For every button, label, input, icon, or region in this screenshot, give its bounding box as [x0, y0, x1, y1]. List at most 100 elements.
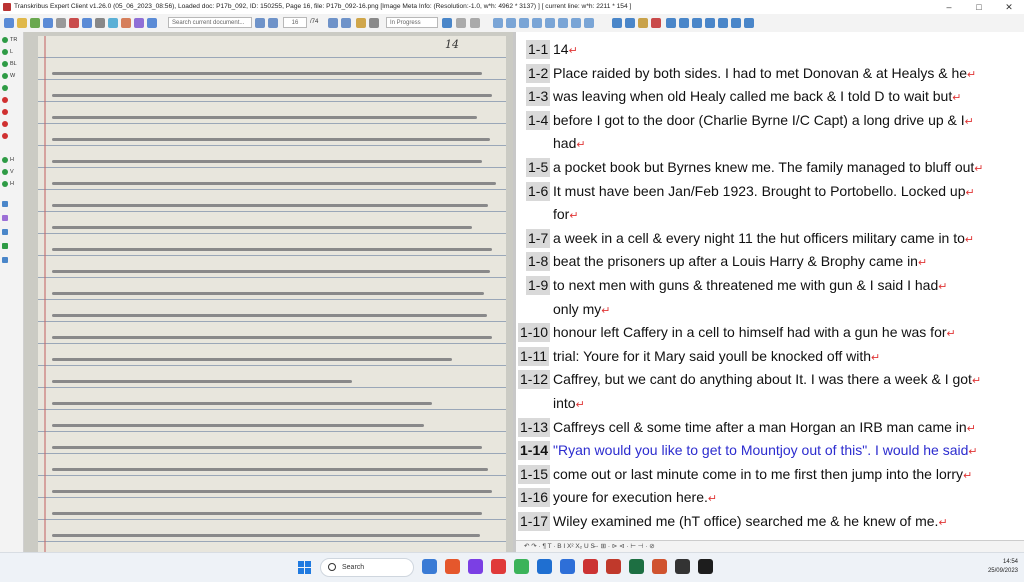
table-icon[interactable]: [692, 18, 702, 28]
layout-icon[interactable]: [612, 18, 622, 28]
taskbar-app-icon[interactable]: [468, 559, 483, 574]
fit-page-icon[interactable]: [545, 18, 555, 28]
transcript-line[interactable]: 1-5 a pocket book but Byrnes knew me. The…: [516, 156, 1024, 178]
line-text[interactable]: was leaving when old Healy called me bac…: [553, 87, 961, 106]
status-select[interactable]: In Progress: [386, 17, 438, 28]
minimize-button[interactable]: –: [934, 0, 964, 14]
line-text[interactable]: Place raided by both sides. I had to met…: [553, 64, 976, 83]
baseline-icon[interactable]: [625, 18, 635, 28]
transcript-line[interactable]: 1-15 come out or last minute come in to m…: [516, 463, 1024, 485]
taskbar-app-icon[interactable]: [491, 559, 506, 574]
transcript-line[interactable]: for↵: [516, 203, 1024, 225]
layers-icon[interactable]: [731, 18, 741, 28]
reading-order-icon[interactable]: [679, 18, 689, 28]
first-page-icon[interactable]: [255, 18, 265, 28]
line-text[interactable]: honour left Caffery in a cell to himself…: [553, 323, 956, 342]
remove-icon[interactable]: [651, 18, 661, 28]
line-text[interactable]: It must have been Jan/Feb 1923. Brought …: [553, 182, 975, 201]
draw-line-icon[interactable]: [584, 18, 594, 28]
sidebar-item-hide-4[interactable]: [2, 132, 20, 141]
line-text[interactable]: come out or last minute come in to me fi…: [553, 465, 972, 484]
transcript-line[interactable]: 1-16 youre for execution here.↵: [516, 486, 1024, 508]
user-icon[interactable]: [82, 18, 92, 28]
sidebar-item-h[interactable]: H: [2, 156, 20, 165]
taskbar-app-icon[interactable]: [606, 559, 621, 574]
pen-tool-icon[interactable]: [2, 200, 20, 209]
transcript-line[interactable]: 1-3 was leaving when old Healy called me …: [516, 85, 1024, 107]
line-text[interactable]: to next men with guns & threatened me wi…: [553, 276, 947, 295]
transcript-line[interactable]: had↵: [516, 132, 1024, 154]
transcript-line[interactable]: 1-12 Caffrey, but we cant do anything abo…: [516, 368, 1024, 390]
link-tool-icon[interactable]: [2, 256, 20, 265]
transcript-line[interactable]: into↵: [516, 392, 1024, 414]
tags-icon[interactable]: [705, 18, 715, 28]
taskbar-app-icon[interactable]: [698, 559, 713, 574]
zoom-in-icon[interactable]: [506, 18, 516, 28]
merge-icon[interactable]: [666, 18, 676, 28]
sidebar-item-tr[interactable]: TR: [2, 36, 20, 45]
undo-icon[interactable]: [456, 18, 466, 28]
line-text[interactable]: only my↵: [553, 300, 610, 319]
taskbar-app-icon[interactable]: [422, 559, 437, 574]
line-text[interactable]: before I got to the door (Charlie Byrne …: [553, 111, 974, 130]
sidebar-item-hide-1[interactable]: [2, 96, 20, 105]
line-text[interactable]: for↵: [553, 205, 579, 224]
split-icon[interactable]: [638, 18, 648, 28]
line-text[interactable]: into↵: [553, 394, 585, 413]
transcription-editor[interactable]: 1-1 14↵ 1-2 Place raided by both sides. I h…: [516, 32, 1024, 540]
sidebar-item-hide-3[interactable]: [2, 120, 20, 129]
line-text[interactable]: youre for execution here.↵: [553, 488, 717, 507]
image-icon[interactable]: [356, 18, 366, 28]
transcript-line[interactable]: 1-17 Wiley examined me (hT office) search…: [516, 510, 1024, 532]
transcript-line[interactable]: 1-11 trial: Youre for it Mary said youll …: [516, 345, 1024, 367]
prev-page-icon[interactable]: [268, 18, 278, 28]
refresh-icon[interactable]: [121, 18, 131, 28]
sidebar-item-v[interactable]: V: [2, 168, 20, 177]
transcript-line[interactable]: 1-9 to next men with guns & threatened me…: [516, 274, 1024, 296]
taskbar-app-icon[interactable]: [537, 559, 552, 574]
close-button[interactable]: ✕: [994, 0, 1024, 14]
grid-icon[interactable]: [744, 18, 754, 28]
taskbar-app-icon[interactable]: [675, 559, 690, 574]
maximize-button[interactable]: □: [964, 0, 994, 14]
image-viewer-panel[interactable]: 14: [24, 32, 513, 552]
transcript-line[interactable]: 1-7 a week in a cell & every night 11 the…: [516, 227, 1024, 249]
transcript-line[interactable]: only my↵: [516, 298, 1024, 320]
document-icon[interactable]: [147, 18, 157, 28]
sidebar-item-show[interactable]: [2, 84, 20, 93]
taskbar-app-icon[interactable]: [514, 559, 529, 574]
line-text[interactable]: a pocket book but Byrnes knew me. The fa…: [553, 158, 984, 177]
zoom-out-icon[interactable]: [519, 18, 529, 28]
line-text[interactable]: Wiley examined me (hT office) searched m…: [553, 512, 948, 531]
redo-icon[interactable]: [470, 18, 480, 28]
search-document-input[interactable]: Search current document...: [168, 17, 252, 28]
line-text[interactable]: had↵: [553, 134, 586, 153]
region-tool-icon[interactable]: [2, 242, 20, 251]
home-icon[interactable]: [4, 18, 14, 28]
transcript-line[interactable]: 1-13 Caffreys cell & some time after a ma…: [516, 416, 1024, 438]
line-text[interactable]: 14↵: [553, 40, 578, 59]
taskbar-app-icon[interactable]: [629, 559, 644, 574]
transcript-line[interactable]: 1-8 beat the prisoners up after a Louis H…: [516, 250, 1024, 272]
fit-width-icon[interactable]: [532, 18, 542, 28]
print-icon[interactable]: [56, 18, 66, 28]
line-text[interactable]: "Ryan would you like to get to Mountjoy …: [553, 441, 978, 460]
taskbar-app-icon[interactable]: [652, 559, 667, 574]
rotate-icon[interactable]: [558, 18, 568, 28]
delete-icon[interactable]: [69, 18, 79, 28]
format-toolbar-buttons[interactable]: ↶ ↷ · ¶ T · B I X² X₂ U S̶ · ⊞ · ⊳ ⊲ · ⊢…: [516, 543, 655, 550]
transcript-line[interactable]: 1-6 It must have been Jan/Feb 1923. Broug…: [516, 180, 1024, 202]
windows-start-icon[interactable]: [298, 561, 311, 574]
taskbar-app-icon[interactable]: [445, 559, 460, 574]
last-page-icon[interactable]: [341, 18, 351, 28]
sidebar-item-bl[interactable]: BL: [2, 60, 20, 69]
system-clock[interactable]: 14:54 25/09/2023: [988, 558, 1018, 576]
line-text[interactable]: Caffrey, but we cant do anything about I…: [553, 370, 981, 389]
view-settings-icon[interactable]: [718, 18, 728, 28]
folder-icon[interactable]: [17, 18, 27, 28]
taskbar-app-icon[interactable]: [560, 559, 575, 574]
line-text[interactable]: trial: Youre for it Mary said youll be k…: [553, 347, 880, 366]
sidebar-item-l[interactable]: L: [2, 48, 20, 57]
lock-icon[interactable]: [369, 18, 379, 28]
collection-icon[interactable]: [134, 18, 144, 28]
